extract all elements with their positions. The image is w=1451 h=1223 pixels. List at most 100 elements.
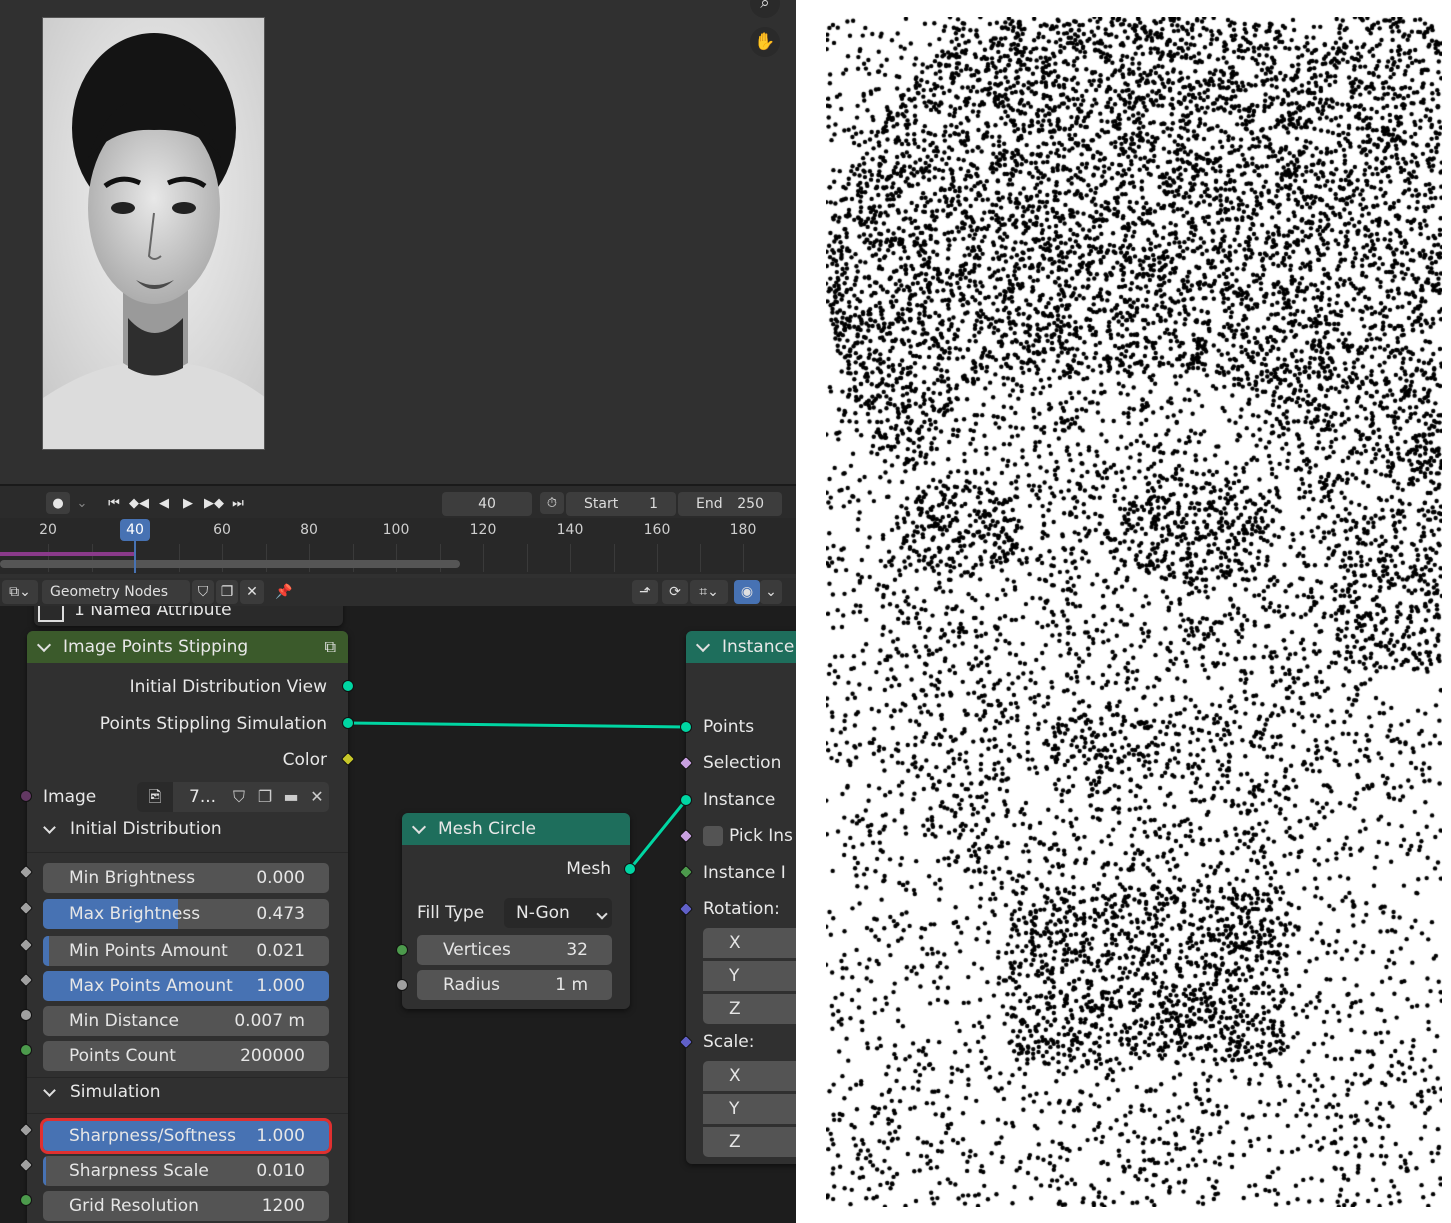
grid-resolution-socket[interactable]	[20, 1194, 32, 1206]
mesh-circle-node[interactable]: Mesh Circle Mesh Fill Type N-Gon Vertice…	[402, 813, 630, 1009]
vertices-socket[interactable]	[396, 944, 408, 956]
stopwatch-icon[interactable]: ⏱	[540, 492, 564, 514]
sharpness-scale-field[interactable]: Sharpness Scale 0.010	[43, 1156, 329, 1186]
simulation-panel-header[interactable]: Simulation	[43, 1082, 161, 1102]
rotation-y-field[interactable]: Y	[703, 961, 796, 991]
playhead-line[interactable]	[134, 541, 136, 573]
fake-user-shield-icon[interactable]: ⛉	[192, 580, 214, 604]
node-header[interactable]: Image Points Stipping ⧉	[27, 631, 348, 663]
stippled-portrait-render	[826, 17, 1442, 1207]
parent-node-tree-icon[interactable]: ⬏	[632, 580, 658, 604]
image-browse-icon[interactable]: 🖻	[137, 782, 173, 812]
image-name: 7...	[189, 787, 217, 807]
hand-pan-icon[interactable]: ✋	[750, 27, 780, 57]
rotation-z-field[interactable]: Z	[703, 994, 796, 1024]
min-points-amount-field[interactable]: Min Points Amount 0.021	[43, 936, 329, 966]
points-count-socket[interactable]	[20, 1044, 32, 1056]
editor-type-icon[interactable]: ⧉⌄	[2, 580, 38, 604]
output-label: Mesh	[566, 859, 611, 879]
node-header[interactable]: Instance	[686, 631, 796, 663]
play-icon[interactable]: ▶	[178, 492, 198, 514]
timeline-scrollbar[interactable]	[0, 560, 460, 568]
folder-icon[interactable]: ▬	[279, 782, 303, 812]
panel-chevron-icon[interactable]	[43, 820, 56, 834]
timeline[interactable]: 20 60 80 100 120 140 160 180 40	[0, 518, 796, 574]
instance-input-socket[interactable]	[680, 794, 692, 806]
zoom-icon[interactable]: ⌕	[750, 0, 780, 18]
end-frame-field[interactable]: End 250	[678, 492, 782, 516]
node-group-icon[interactable]: ⧉	[325, 637, 336, 657]
duplicate-icon[interactable]: ❐	[216, 580, 238, 604]
scale-x-field[interactable]: X	[703, 1061, 796, 1091]
pin-icon[interactable]: 📌	[272, 580, 296, 604]
unlink-close-icon[interactable]: ✕	[240, 580, 264, 604]
image-points-stipping-node[interactable]: Image Points Stipping ⧉ Initial Distribu…	[27, 631, 348, 1223]
image-selector[interactable]: 🖻 7... ⛉ ❐ ▬ ✕	[137, 782, 329, 812]
play-reverse-icon[interactable]: ◀	[154, 492, 174, 514]
vertices-field[interactable]: Vertices 32	[417, 935, 612, 965]
section-title: Simulation	[70, 1082, 161, 1102]
tick-label: 60	[213, 522, 231, 538]
points-input-socket[interactable]	[680, 721, 692, 733]
pick-instance-checkbox[interactable]	[703, 826, 723, 846]
field-label: Max Points Amount	[69, 976, 233, 996]
current-frame-field[interactable]: 40	[442, 492, 532, 516]
jump-end-icon[interactable]: ⏭	[228, 492, 248, 514]
initial-distribution-view-socket[interactable]	[342, 680, 354, 692]
field-value: 0.000	[256, 868, 305, 888]
initial-distribution-panel-header[interactable]: Initial Distribution	[43, 819, 222, 839]
field-label: Min Brightness	[69, 868, 196, 888]
node-tree-name-field[interactable]: Geometry Nodes	[42, 580, 190, 604]
node-canvas[interactable]: 1 Named Attribute Image Points Stipping …	[0, 606, 796, 1223]
field-label: Min Distance	[69, 1011, 179, 1031]
points-count-field[interactable]: Points Count 200000	[43, 1041, 329, 1071]
start-frame-field[interactable]: Start 1	[566, 492, 676, 516]
sharpness-softness-field[interactable]: Sharpness/Softness 1.000	[40, 1118, 332, 1154]
node-title: Image Points Stipping	[63, 637, 249, 657]
unlink-close-icon[interactable]: ✕	[305, 782, 329, 812]
node-header[interactable]: Mesh Circle	[402, 813, 630, 845]
input-label: Selection	[703, 753, 782, 773]
radius-socket[interactable]	[396, 979, 408, 991]
field-label: Points Count	[69, 1046, 176, 1066]
keying-dropdown-icon[interactable]: ⌄	[72, 492, 92, 514]
min-brightness-field[interactable]: Min Brightness 0.000	[43, 863, 329, 893]
scale-y-field[interactable]: Y	[703, 1094, 796, 1124]
panel-chevron-icon[interactable]	[43, 1083, 56, 1097]
rotation-x-field[interactable]: X	[703, 928, 796, 958]
playhead-marker[interactable]: 40	[120, 519, 150, 541]
collapse-chevron-icon[interactable]	[36, 637, 52, 653]
tick-line	[570, 544, 571, 572]
max-brightness-field[interactable]: Max Brightness 0.473	[43, 899, 329, 929]
image-viewer: ⌕ ✋	[0, 0, 796, 482]
next-keyframe-icon[interactable]: ▶◆	[202, 492, 226, 514]
image-input-socket[interactable]	[20, 790, 32, 802]
instance-on-points-node[interactable]: Instance Points Selection Instance Pick …	[686, 631, 796, 1164]
field-value: 1.000	[256, 976, 305, 996]
jump-start-icon[interactable]: ⏮	[104, 492, 124, 514]
overlays-dropdown-icon[interactable]: ⌄	[760, 580, 782, 604]
min-distance-socket[interactable]	[20, 1009, 32, 1021]
snap-icon[interactable]: ⟳	[662, 580, 688, 604]
cache-bar	[0, 552, 135, 556]
fake-user-shield-icon[interactable]: ⛉	[227, 782, 251, 812]
collapse-chevron-icon[interactable]	[695, 637, 711, 653]
input-label: Instance	[703, 790, 776, 810]
playback-header: ● ⌄ ⏮ ◆◀ ◀ ▶ ▶◆ ⏭ 40 ⏱ Start 1 End 250	[0, 484, 796, 518]
snapping-options-icon[interactable]: ⌗⌄	[690, 580, 728, 604]
scale-z-field[interactable]: Z	[703, 1127, 796, 1157]
record-button[interactable]: ●	[46, 492, 70, 514]
fill-type-dropdown[interactable]: N-Gon	[504, 898, 612, 928]
duplicate-icon[interactable]: ❐	[253, 782, 277, 812]
prev-keyframe-icon[interactable]: ◆◀	[128, 492, 150, 514]
overlays-icon[interactable]: ◉	[734, 580, 760, 604]
mesh-output-socket[interactable]	[624, 863, 636, 875]
grid-resolution-field[interactable]: Grid Resolution 1200	[43, 1191, 329, 1221]
tick-line	[614, 544, 615, 572]
max-points-amount-field[interactable]: Max Points Amount 1.000	[43, 971, 329, 1001]
collapse-chevron-icon[interactable]	[411, 819, 427, 835]
min-distance-field[interactable]: Min Distance 0.007 m	[43, 1006, 329, 1036]
radius-field[interactable]: Radius 1 m	[417, 970, 612, 1000]
named-attribute-node[interactable]: 1 Named Attribute	[34, 606, 343, 626]
points-stippling-simulation-socket[interactable]	[342, 717, 354, 729]
